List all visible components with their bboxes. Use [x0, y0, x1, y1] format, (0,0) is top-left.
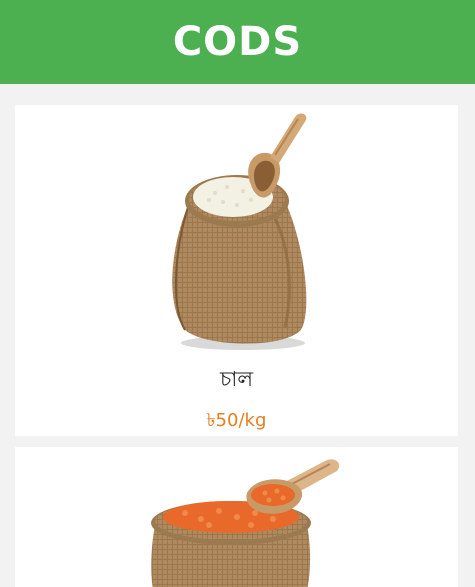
product-card[interactable]: চাল ৳50/kg: [15, 105, 458, 436]
lentil-sack-image: [151, 459, 340, 587]
app-header: CODS: [0, 0, 475, 84]
rice-sack-image: [172, 113, 307, 350]
product-card[interactable]: [15, 447, 458, 587]
app-title: CODS: [172, 19, 303, 65]
product-name: চাল: [219, 367, 254, 391]
product-price: ৳50/kg: [206, 410, 267, 431]
